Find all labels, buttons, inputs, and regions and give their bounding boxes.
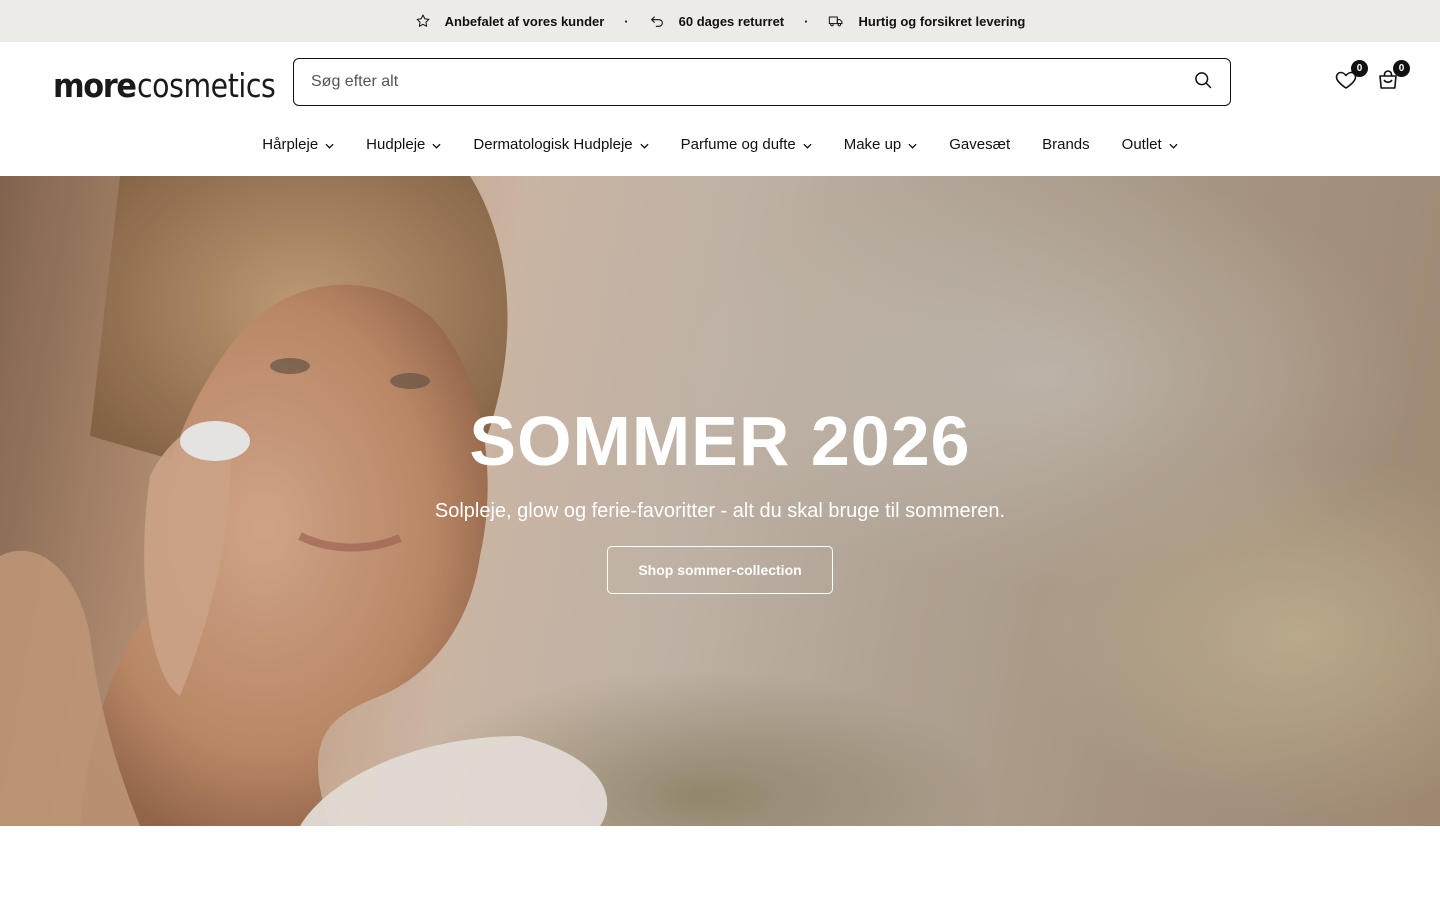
- nav-item-make-up[interactable]: Make up: [828, 130, 934, 158]
- chevron-down-icon: [432, 136, 441, 153]
- shop-summer-collection-button[interactable]: Shop sommer-collection: [607, 546, 833, 594]
- usp-delivery: Hurtig og forsikret levering: [828, 13, 1025, 29]
- chevron-down-icon: [803, 136, 812, 153]
- wishlist-count-badge: 0: [1351, 60, 1368, 77]
- wishlist-button[interactable]: 0: [1334, 60, 1368, 92]
- nav-item-label: Brands: [1042, 135, 1090, 153]
- nav-item-haarpleje[interactable]: Hårpleje: [246, 130, 350, 158]
- nav-item-parfume-og-dufte[interactable]: Parfume og dufte: [665, 130, 828, 158]
- site-header: more cosmetics 0 0 Hårpleje: [0, 42, 1440, 176]
- usp-label: Hurtig og forsikret levering: [858, 13, 1026, 29]
- search-bar: [293, 58, 1231, 106]
- main-navigation: Hårpleje Hudpleje Dermatologisk Hudpleje…: [0, 130, 1440, 158]
- heart-icon: [1334, 71, 1358, 96]
- nav-item-label: Hårpleje: [262, 135, 319, 153]
- nav-item-hudpleje[interactable]: Hudpleje: [350, 130, 457, 158]
- nav-item-label: Make up: [843, 135, 902, 153]
- separator-dot: ·: [624, 13, 629, 29]
- nav-item-outlet[interactable]: Outlet: [1106, 130, 1194, 158]
- usp-label: 60 dages returret: [678, 13, 785, 29]
- logo-text-cosmetics: cosmetics: [136, 66, 276, 105]
- nav-item-brands[interactable]: Brands: [1026, 130, 1106, 158]
- search-input[interactable]: [294, 59, 1176, 105]
- chevron-down-icon: [908, 136, 917, 153]
- separator-dot: ·: [804, 13, 809, 29]
- usp-label: Anbefalet af vores kunder: [444, 13, 605, 29]
- nav-item-label: Parfume og dufte: [680, 135, 796, 153]
- truck-icon: [828, 13, 844, 29]
- usp-returns: 60 dages returret: [649, 13, 785, 29]
- nav-item-label: Dermatologisk Hudpleje: [473, 135, 633, 153]
- star-icon: [415, 13, 431, 29]
- hero-banner: SOMMER 2026 Solpleje, glow og ferie-favo…: [0, 176, 1440, 826]
- announcement-bar: Anbefalet af vores kunder · 60 dages ret…: [0, 0, 1440, 42]
- chevron-down-icon: [325, 136, 334, 153]
- nav-item-label: Hudpleje: [366, 135, 426, 153]
- nav-item-label: Outlet: [1121, 135, 1162, 153]
- hero-content: SOMMER 2026 Solpleje, glow og ferie-favo…: [0, 398, 1440, 594]
- nav-item-dermatologisk-hudpleje[interactable]: Dermatologisk Hudpleje: [457, 130, 664, 158]
- hero-title: SOMMER 2026: [469, 402, 971, 480]
- hero-subtitle: Solpleje, glow og ferie-favoritter - alt…: [434, 500, 1006, 522]
- return-arrow-icon: [649, 13, 665, 29]
- chevron-down-icon: [1169, 136, 1178, 153]
- search-button[interactable]: [1176, 59, 1230, 105]
- usp-recommended: Anbefalet af vores kunder: [415, 13, 605, 29]
- search-icon: [1193, 70, 1213, 95]
- cart-button[interactable]: 0: [1376, 60, 1410, 92]
- shopping-bag-icon: [1376, 70, 1400, 96]
- logo-text-more: more: [53, 66, 137, 105]
- cart-count-badge: 0: [1393, 60, 1410, 77]
- nav-item-label: Gavesæt: [949, 135, 1011, 153]
- nav-item-gavesaet[interactable]: Gavesæt: [933, 130, 1026, 158]
- site-logo[interactable]: more cosmetics: [53, 66, 298, 105]
- header-actions: 0 0: [1334, 60, 1410, 92]
- chevron-down-icon: [640, 136, 649, 153]
